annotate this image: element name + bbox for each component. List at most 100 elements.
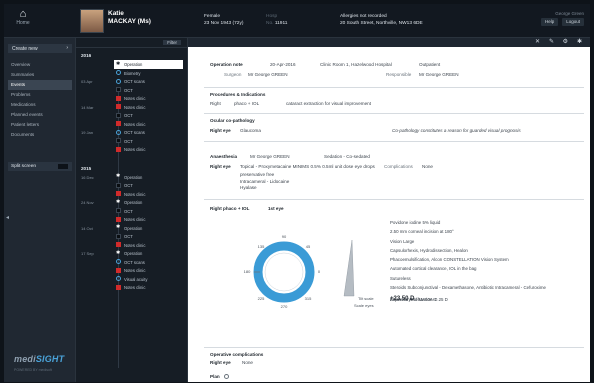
brand-part-1: medi: [14, 354, 36, 364]
phaco-iol-section: Right phaco + IOL 1st eye 90 135 45 180 …: [204, 204, 584, 348]
notes-clinic-icon: [116, 216, 121, 222]
close-icon[interactable]: ✕: [535, 39, 540, 46]
timeline-event[interactable]: 14 Oct ✱ Operation: [76, 224, 187, 233]
event-toolbar: ✕ ✎ ⚙ ✱: [188, 38, 590, 47]
event-label: OCT: [124, 208, 133, 214]
timeline-event[interactable]: Notes clinic: [76, 145, 187, 154]
tilt-wedge: [343, 239, 355, 297]
timeline-event[interactable]: Notes clinic: [76, 120, 187, 129]
anaesthesia-eye: Right eye: [210, 164, 231, 169]
angle-label: 315: [305, 296, 312, 301]
lens-model: Alcon AcrySof MA60AC: [390, 297, 437, 303]
timeline-event[interactable]: Visual acuity: [76, 275, 187, 284]
events-timeline: Filter 2016 ✱ Operation Biometry 03 Apr OCT …: [76, 38, 188, 382]
create-new-button[interactable]: Create new ›: [8, 44, 72, 53]
patient-name: Katie MACKAY (Ms): [108, 10, 151, 26]
sidebar-item-patient-letters[interactable]: Patient letters: [8, 120, 72, 130]
oct-icon: [116, 233, 121, 239]
timeline-event[interactable]: Notes clinic: [76, 94, 187, 103]
address: 20 South Street, Northville, NW13 6DE: [340, 21, 423, 26]
timeline-event[interactable]: Biometry: [76, 69, 187, 78]
timeline-event[interactable]: 24 Nov ✱ Operation: [76, 198, 187, 207]
postop-eye: Right eye: [210, 360, 231, 365]
angle-label: 270: [281, 304, 288, 309]
event-label: Notes clinic: [124, 268, 146, 273]
timeline-event[interactable]: 19 Jan OCT scans: [76, 128, 187, 137]
filter-button[interactable]: Filter: [163, 40, 181, 45]
timeline-event[interactable]: 03 Apr OCT scans: [76, 77, 187, 86]
event-date: 19 Jan: [81, 130, 94, 135]
timeline-event[interactable]: OCT: [76, 86, 187, 95]
operation-star-icon: ✱: [116, 249, 121, 256]
timeline-event[interactable]: OCT: [76, 111, 187, 120]
help-button[interactable]: Help: [540, 18, 559, 26]
timeline-event[interactable]: OCT: [76, 181, 187, 190]
home-icon: ⌂: [19, 8, 27, 20]
sidebar-item-medications[interactable]: Medications: [8, 100, 72, 110]
complications-label: Complications: [384, 164, 413, 169]
ocular-note: Co-pathology constitutes a reason for gu…: [392, 128, 521, 133]
event-label: OCT: [124, 87, 133, 93]
event-date: 17 Sep: [81, 251, 94, 256]
oct-icon: [116, 138, 121, 143]
notes-clinic-icon: [116, 191, 121, 196]
sidebar-item-planned-events[interactable]: Planned events: [8, 110, 72, 120]
timeline-event[interactable]: ✱ Operation: [114, 60, 183, 69]
collapse-arrow-icon[interactable]: ◂: [6, 214, 9, 221]
angle-label: 135: [258, 244, 265, 249]
home-button[interactable]: ⌂ Home: [8, 8, 38, 26]
settings-icon[interactable]: ⚙: [563, 39, 568, 46]
sedation: Sedation - Co-sedated: [324, 154, 370, 159]
oct-icon: [116, 87, 121, 92]
iol-detail: Automated cortical clearance, IOL in the…: [390, 266, 477, 272]
event-label: OCT scans: [124, 79, 145, 84]
timeline-event[interactable]: 14 Mar Notes clinic: [76, 103, 187, 112]
op-date: 20-Apr-2016: [270, 62, 296, 67]
event-label: Notes clinic: [124, 242, 146, 248]
iol-detail: Phacoemulsification, Alcon CONSTELLATION…: [390, 257, 509, 263]
sidebar-item-documents[interactable]: Documents: [8, 130, 72, 140]
event-label: Notes clinic: [124, 217, 146, 222]
notes-clinic-icon: [116, 95, 121, 101]
procedures-title: Procedures & Indications: [210, 92, 266, 97]
timeline-event[interactable]: Notes clinic: [76, 283, 187, 292]
allergies[interactable]: Allergies not recorded: [340, 13, 423, 20]
notes-clinic-icon: [116, 267, 121, 273]
header-actions: George Green Help Logout: [537, 10, 584, 26]
responsible-value: Mr George GREEN: [419, 72, 459, 77]
sidebar: Create new › Overview Summaries Events P…: [4, 38, 76, 382]
timeline-event[interactable]: OCT: [76, 207, 187, 216]
edit-icon[interactable]: ✎: [549, 39, 554, 46]
event-date: 14 Mar: [81, 104, 94, 110]
logout-button[interactable]: Logout: [562, 18, 584, 26]
eye-diagram: 90 135 45 180 0 225 270 315 Tilt scale S…: [244, 234, 375, 309]
angle-label: 45: [306, 244, 311, 249]
timeline-event[interactable]: Notes clinic: [76, 215, 187, 224]
sidebar-menu: Overview Summaries Events Problems Medic…: [8, 60, 72, 140]
sidebar-item-events[interactable]: Events: [8, 80, 72, 90]
event-label: Biometry: [124, 70, 141, 76]
timeline-event[interactable]: OCT: [76, 137, 187, 146]
anaesthesia-line-4: Hyalase: [240, 185, 257, 190]
timeline-event[interactable]: Notes clinic: [76, 266, 187, 275]
timeline-event[interactable]: 16 Dec ✱ Operation: [76, 173, 187, 182]
split-screen-label: Split screen: [11, 164, 37, 169]
sidebar-item-summaries[interactable]: Summaries: [8, 70, 72, 80]
event-label: OCT: [124, 113, 133, 118]
more-icon[interactable]: ✱: [577, 39, 582, 46]
timeline-event[interactable]: 17 Sep ✱ Operation: [76, 249, 187, 258]
split-screen-toggle[interactable]: Split screen: [8, 162, 72, 171]
timeline-event[interactable]: Notes clinic: [76, 241, 187, 250]
oct-icon: [116, 182, 121, 188]
info-icon[interactable]: [223, 374, 229, 380]
iol-detail: Vision Large: [390, 238, 415, 244]
sidebar-item-problems[interactable]: Problems: [8, 90, 72, 100]
timeline-event[interactable]: OCT: [76, 232, 187, 241]
timeline-event[interactable]: Notes clinic: [76, 190, 187, 199]
timeline-event[interactable]: OCT scans: [76, 258, 187, 267]
op-place: Clinic Room 1, Hazelwood Hospital: [320, 62, 392, 67]
event-date: 16 Dec: [81, 174, 94, 180]
patient-contact: Allergies not recorded 20 South Street, …: [340, 13, 423, 27]
tilt-scale-label: Tilt scale: [358, 296, 374, 301]
sidebar-item-overview[interactable]: Overview: [8, 60, 72, 70]
